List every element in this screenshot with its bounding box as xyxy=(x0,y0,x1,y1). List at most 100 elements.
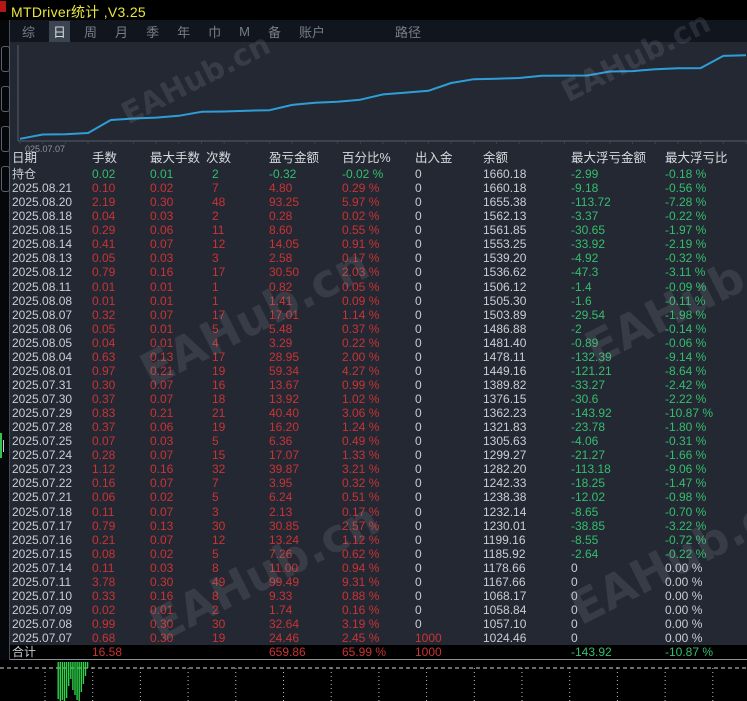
table-row[interactable]: 2025.08.18 0.04 0.03 2 0.28 0.02 % 0 1562.13 -3.… xyxy=(10,209,747,223)
cell: 0.13 xyxy=(150,518,174,533)
cell: 40.40 xyxy=(269,406,300,421)
chart-start-date-label: 025.07.07 xyxy=(25,144,66,154)
cell: 2 xyxy=(212,167,219,182)
cell: 1024.46 xyxy=(483,631,527,646)
cell: 0 xyxy=(415,406,422,421)
cell: 1.24 % xyxy=(342,420,380,435)
cell: -143.92 xyxy=(571,406,612,421)
table-row[interactable]: 2025.08.08 0.01 0.01 1 1.41 0.09 % 0 1505.30 -1.… xyxy=(10,294,747,308)
table-row[interactable]: 2025.08.07 0.32 0.07 17 17.01 1.14 % 0 1503.89 -… xyxy=(10,308,747,322)
cell: 1.14 % xyxy=(342,307,380,322)
cell: -1.98 % xyxy=(665,307,707,322)
cell: 2.13 xyxy=(269,504,293,519)
cell: -30.65 xyxy=(571,223,606,238)
stats-table: 日期 手数 最大手数 次数 盈亏金额 百分比% 出入金 余额 最大浮亏金额 最大浮亏比 持仓 0.0… xyxy=(10,151,747,661)
cell: 0.00 % xyxy=(665,588,703,603)
table-row[interactable]: 2025.07.16 0.21 0.07 12 13.24 1.12 % 0 1199.16 -… xyxy=(10,533,747,547)
background-candle-sliver xyxy=(0,433,2,458)
table-row[interactable]: 2025.07.14 0.11 0.03 8 11.00 0.94 % 0 1178.66 0 0… xyxy=(10,561,747,575)
table-row[interactable]: 2025.08.06 0.05 0.01 5 5.48 0.37 % 0 1486.88 -2 -… xyxy=(10,322,747,336)
cell: 0.32 % xyxy=(342,476,380,491)
cell: 0.01 xyxy=(150,602,174,617)
menu-item-year[interactable]: 年 xyxy=(173,21,194,42)
cell: 2025.08.21 xyxy=(12,181,73,196)
cell: 2.03 % xyxy=(342,265,380,280)
table-row[interactable]: 2025.08.01 0.97 0.21 19 59.34 4.27 % 0 1449.16 -… xyxy=(10,364,747,378)
table-row[interactable]: 2025.08.15 0.29 0.06 11 8.60 0.55 % 0 1561.85 -3… xyxy=(10,223,747,237)
table-row[interactable]: 2025.08.14 0.41 0.07 12 14.05 0.91 % 0 1553.25 -… xyxy=(10,237,747,251)
table-row[interactable]: 2025.07.08 0.99 0.30 30 32.64 3.19 % 0 1057.10 0… xyxy=(10,617,747,631)
column-header-8: 最大浮亏金额 xyxy=(571,151,647,165)
column-header-3: 次数 xyxy=(206,151,232,165)
table-row[interactable]: 2025.07.30 0.37 0.07 18 13.92 1.02 % 0 1376.15 -… xyxy=(10,392,747,406)
menu-item-m[interactable]: M xyxy=(235,23,254,40)
cell: -3.22 % xyxy=(665,518,707,533)
cell: 1230.01 xyxy=(483,518,527,533)
table-row[interactable]: 2025.07.09 0.02 0.01 2 1.74 0.16 % 0 1058.84 0 0.… xyxy=(10,603,747,617)
background-left-strip xyxy=(0,20,10,660)
table-row[interactable]: 2025.07.25 0.07 0.03 5 6.36 0.49 % 0 1305.63 -4.… xyxy=(10,434,747,448)
table-row[interactable]: 2025.07.15 0.08 0.02 5 7.26 0.62 % 0 1185.92 -2.… xyxy=(10,547,747,561)
menu-item-week[interactable]: 周 xyxy=(80,21,101,42)
cell: 19 xyxy=(212,420,226,435)
menu-item-month[interactable]: 月 xyxy=(111,21,132,42)
menu-item-account[interactable]: 账户 xyxy=(295,21,329,42)
table-row[interactable]: 2025.08.11 0.01 0.01 1 0.82 0.05 % 0 1506.12 -1.… xyxy=(10,280,747,294)
cell: 0.41 xyxy=(92,237,116,252)
table-row[interactable]: 2025.08.04 0.63 0.13 17 28.95 2.00 % 0 1478.11 -… xyxy=(10,350,747,364)
table-row[interactable]: 2025.07.31 0.30 0.07 16 13.67 0.99 % 0 1389.82 -… xyxy=(10,378,747,392)
cell: 0.91 % xyxy=(342,237,380,252)
table-row[interactable]: 2025.07.23 1.12 0.16 32 39.87 3.21 % 0 1282.20 -… xyxy=(10,462,747,476)
cell: 11.00 xyxy=(269,560,299,575)
table-row[interactable]: 2025.07.28 0.37 0.06 19 16.20 1.24 % 0 1321.83 -… xyxy=(10,420,747,434)
cell: 0.05 xyxy=(92,321,116,336)
table-row[interactable]: 2025.07.11 3.78 0.30 49 99.49 9.31 % 0 1167.66 0… xyxy=(10,575,747,589)
title-bar[interactable]: MTDriver统计 ,V3.25 xyxy=(0,0,747,20)
cell: 0.06 xyxy=(150,420,174,435)
table-row[interactable]: 2025.07.22 0.16 0.07 7 3.95 0.32 % 0 1242.33 -18… xyxy=(10,476,747,490)
cell: 0 xyxy=(571,588,578,603)
cell: 11 xyxy=(212,223,225,238)
position-row[interactable]: 持仓 0.02 0.01 2 -0.32 -0.02 % 0 1660.18 -2.99 -0.1… xyxy=(10,167,747,181)
menu-item-bei[interactable]: 备 xyxy=(264,21,285,42)
cell: 2025.07.16 xyxy=(12,532,73,547)
table-row[interactable]: 2025.07.10 0.33 0.16 8 9.33 0.88 % 0 1068.17 0 0.… xyxy=(10,589,747,603)
total-row[interactable]: 合计 16.58 659.86 65.99 % 1000 -143.92 -10.87 % xyxy=(10,645,747,661)
cell: 2025.07.24 xyxy=(12,448,73,463)
cell: 1660.18 xyxy=(483,181,527,196)
menu-item-day[interactable]: 日 xyxy=(49,20,71,42)
table-row[interactable]: 2025.07.24 0.28 0.07 15 17.07 1.33 % 0 1299.27 -… xyxy=(10,448,747,462)
cell: 14.05 xyxy=(269,237,300,252)
cell: 0 xyxy=(415,265,422,280)
menu-item-summary[interactable]: 综 xyxy=(18,21,39,42)
cell: 2025.08.20 xyxy=(12,195,73,210)
cell: 1068.17 xyxy=(483,588,527,603)
cell: -0.22 % xyxy=(665,209,707,224)
table-row[interactable]: 2025.08.21 0.10 0.02 7 4.80 0.29 % 0 1660.18 -9.… xyxy=(10,181,747,195)
table-row[interactable]: 2025.07.17 0.79 0.13 30 30.85 2.57 % 0 1230.01 -… xyxy=(10,519,747,533)
cell: 1057.10 xyxy=(483,617,527,632)
column-header-5: 百分比% xyxy=(342,151,391,165)
menu-item-quarter[interactable]: 季 xyxy=(142,21,163,42)
menu-item-jin[interactable]: 巾 xyxy=(204,21,225,42)
table-row[interactable]: 2025.07.18 0.11 0.07 3 2.13 0.17 % 0 1232.14 -8.… xyxy=(10,505,747,519)
cell: 0.13 xyxy=(150,349,174,364)
menu-item-path[interactable]: 路径 xyxy=(391,21,425,42)
cell: -0.06 % xyxy=(665,335,707,350)
cell: 0 xyxy=(415,223,422,238)
table-row[interactable]: 2025.08.12 0.79 0.16 17 30.50 2.03 % 0 1536.62 -… xyxy=(10,265,747,279)
background-app-icon xyxy=(0,1,6,12)
cell: 0.07 xyxy=(92,434,116,449)
stats-window: 综日周月季年巾 M 备账户 路径 025.07.07 日期 手数 最大手数 次数 盈亏金额 百分… xyxy=(9,20,747,661)
table-row[interactable]: 2025.08.13 0.05 0.03 3 2.58 0.17 % 0 1539.20 -4.… xyxy=(10,251,747,265)
cell: 0 xyxy=(415,251,422,266)
cell: -1.80 % xyxy=(665,420,707,435)
cell: 32 xyxy=(212,462,226,477)
table-row[interactable]: 2025.08.05 0.04 0.01 4 3.29 0.22 % 0 1481.40 -0.… xyxy=(10,336,747,350)
table-row[interactable]: 2025.08.20 2.19 0.30 48 93.25 5.97 % 0 1655.38 -… xyxy=(10,195,747,209)
table-row[interactable]: 2025.07.07 0.68 0.30 19 24.46 2.45 % 1000 1024.… xyxy=(10,631,747,645)
table-row[interactable]: 2025.07.29 0.83 0.21 21 40.40 3.06 % 0 1362.23 -… xyxy=(10,406,747,420)
cell: 1000 xyxy=(415,645,442,660)
cell: 0.02 xyxy=(150,490,174,505)
table-row[interactable]: 2025.07.21 0.06 0.02 5 6.24 0.51 % 0 1238.38 -12… xyxy=(10,490,747,504)
